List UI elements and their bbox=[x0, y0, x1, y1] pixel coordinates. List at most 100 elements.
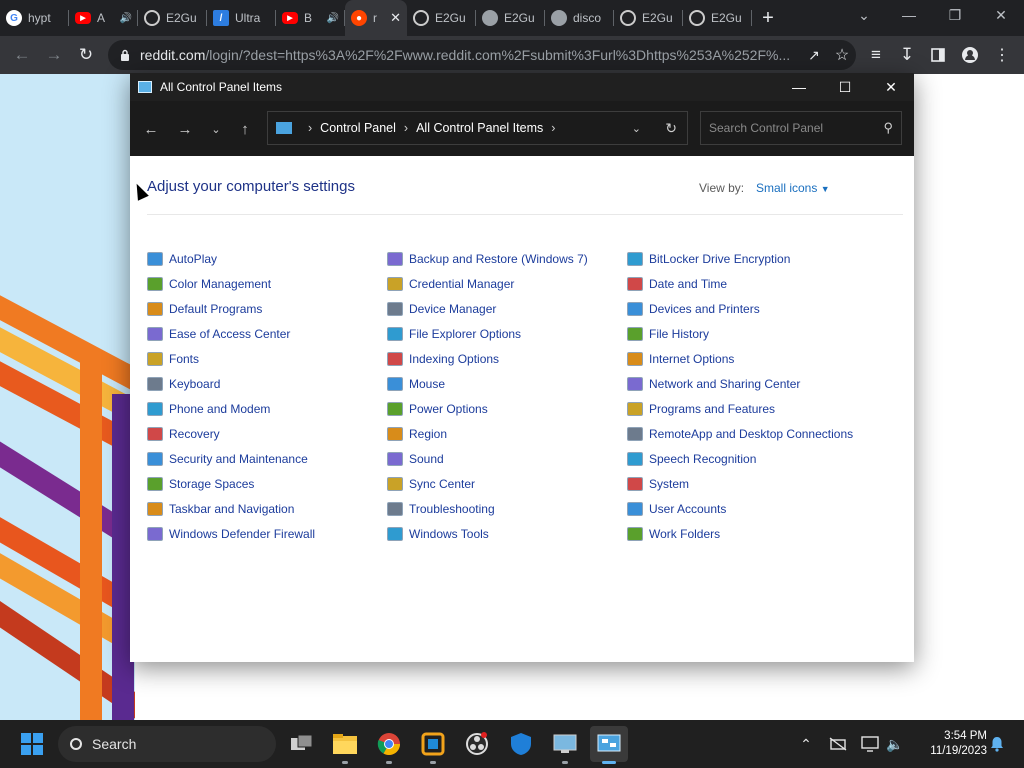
share-icon[interactable]: ↗ bbox=[800, 39, 828, 71]
browser-tab[interactable]: E2Gu bbox=[407, 0, 476, 36]
back-button[interactable]: ← bbox=[6, 39, 38, 71]
chrome-icon[interactable] bbox=[373, 728, 405, 760]
control-panel-item[interactable]: Indexing Options bbox=[387, 346, 588, 371]
control-panel-item[interactable]: Default Programs bbox=[147, 296, 315, 321]
control-panel-item[interactable]: User Accounts bbox=[627, 496, 853, 521]
monitor-network-icon[interactable] bbox=[859, 720, 881, 768]
control-panel-item[interactable]: RemoteApp and Desktop Connections bbox=[627, 421, 853, 446]
control-panel-item[interactable]: Keyboard bbox=[147, 371, 315, 396]
browser-tab[interactable]: E2Gu bbox=[683, 0, 752, 36]
control-panel-item[interactable]: Internet Options bbox=[627, 346, 853, 371]
clock[interactable]: 3:54 PM 11/19/2023 bbox=[915, 729, 987, 759]
control-panel-item[interactable]: Power Options bbox=[387, 396, 588, 421]
browser-tab[interactable]: ● r ✕ bbox=[345, 0, 407, 36]
speaker-icon[interactable]: 🔊 bbox=[120, 13, 132, 24]
control-panel-item[interactable]: Device Manager bbox=[387, 296, 588, 321]
network-disconnected-icon[interactable] bbox=[827, 720, 849, 768]
new-tab-button[interactable]: + bbox=[752, 2, 784, 34]
close-browser-button[interactable]: ✕ bbox=[978, 0, 1024, 30]
browser-tab[interactable]: E2Gu bbox=[614, 0, 683, 36]
task-view-icon[interactable] bbox=[286, 728, 318, 760]
control-panel-item[interactable]: Recovery bbox=[147, 421, 315, 446]
recent-locations-chevron-icon[interactable]: ⌄ bbox=[202, 115, 230, 143]
location-bar[interactable]: › Control Panel › All Control Panel Item… bbox=[267, 111, 688, 145]
control-panel-item[interactable]: Windows Tools bbox=[387, 521, 588, 546]
control-panel-item[interactable]: Region bbox=[387, 421, 588, 446]
minimize-browser-button[interactable]: — bbox=[886, 0, 932, 30]
breadcrumb-separator-icon[interactable]: › bbox=[404, 121, 408, 135]
control-panel-taskbar-icon[interactable] bbox=[590, 726, 628, 762]
up-arrow-icon[interactable]: ↑ bbox=[231, 115, 259, 143]
taskbar-search-box[interactable]: Search bbox=[58, 726, 276, 762]
minimize-button[interactable]: — bbox=[776, 73, 822, 101]
browser-tab[interactable]: E2Gu bbox=[476, 0, 545, 36]
browser-tab[interactable]: Ghypt bbox=[0, 0, 69, 36]
address-bar[interactable]: reddit.com/login/?dest=https%3A%2F%2Fwww… bbox=[108, 40, 856, 70]
refresh-icon[interactable]: ↻ bbox=[665, 120, 677, 137]
control-panel-item[interactable]: File History bbox=[627, 321, 853, 346]
forward-button[interactable]: → bbox=[38, 39, 70, 71]
notification-bell-icon[interactable] bbox=[986, 720, 1008, 768]
control-panel-item[interactable]: Mouse bbox=[387, 371, 588, 396]
reload-button[interactable]: ↻ bbox=[70, 39, 102, 71]
control-panel-item[interactable]: Programs and Features bbox=[627, 396, 853, 421]
control-panel-item[interactable]: Backup and Restore (Windows 7) bbox=[387, 246, 588, 271]
cp-forward-arrow-icon[interactable]: → bbox=[171, 115, 199, 143]
control-panel-item[interactable]: Windows Defender Firewall bbox=[147, 521, 315, 546]
show-hidden-icons-chevron[interactable]: ⌃ bbox=[796, 720, 816, 768]
browser-tab[interactable]: E2Gu bbox=[138, 0, 207, 36]
cp-back-arrow-icon[interactable]: ← bbox=[137, 115, 165, 143]
maximize-button[interactable]: ☐ bbox=[822, 73, 868, 101]
profile-avatar-icon[interactable] bbox=[954, 39, 986, 71]
control-panel-item[interactable]: Devices and Printers bbox=[627, 296, 853, 321]
tab-search-chevron-icon[interactable]: ⌄ bbox=[841, 0, 887, 30]
speaker-icon[interactable]: 🔊 bbox=[327, 13, 339, 24]
media-control-icon[interactable]: ≡ bbox=[860, 39, 892, 71]
monitor-app-icon[interactable] bbox=[549, 728, 581, 760]
control-panel-item[interactable]: File Explorer Options bbox=[387, 321, 588, 346]
file-explorer-icon[interactable] bbox=[329, 728, 361, 760]
breadcrumb-all-items[interactable]: All Control Panel Items bbox=[416, 121, 543, 135]
control-panel-item[interactable]: Color Management bbox=[147, 271, 315, 296]
browser-tab[interactable]: ▶ B 🔊 bbox=[276, 0, 345, 36]
side-panel-icon[interactable] bbox=[922, 39, 954, 71]
control-panel-item[interactable]: Troubleshooting bbox=[387, 496, 588, 521]
browser-tab[interactable]: ▶ A 🔊 bbox=[69, 0, 138, 36]
control-panel-item[interactable]: Credential Manager bbox=[387, 271, 588, 296]
control-panel-item[interactable]: Storage Spaces bbox=[147, 471, 315, 496]
control-panel-item[interactable]: Sync Center bbox=[387, 471, 588, 496]
control-panel-item[interactable]: Fonts bbox=[147, 346, 315, 371]
restore-browser-button[interactable]: ❐ bbox=[932, 0, 978, 30]
close-tab-icon[interactable]: ✕ bbox=[390, 10, 401, 26]
view-by-dropdown[interactable]: Small icons ▼ bbox=[756, 181, 830, 195]
breadcrumb-separator-icon[interactable]: › bbox=[308, 121, 312, 135]
control-panel-item[interactable]: Speech Recognition bbox=[627, 446, 853, 471]
address-dropdown-icon[interactable]: ⌄ bbox=[632, 122, 641, 135]
control-panel-item[interactable]: BitLocker Drive Encryption bbox=[627, 246, 853, 271]
search-control-panel-input[interactable]: Search Control Panel ⚲ bbox=[700, 111, 902, 145]
control-panel-item[interactable]: Phone and Modem bbox=[147, 396, 315, 421]
control-panel-item[interactable]: Work Folders bbox=[627, 521, 853, 546]
breadcrumb-control-panel[interactable]: Control Panel bbox=[320, 121, 396, 135]
control-panel-item[interactable]: Taskbar and Navigation bbox=[147, 496, 315, 521]
browser-tab[interactable]: / Ultra bbox=[207, 0, 276, 36]
volume-icon[interactable]: 🔈 bbox=[884, 720, 906, 768]
control-panel-item[interactable]: System bbox=[627, 471, 853, 496]
control-panel-item[interactable]: Date and Time bbox=[627, 271, 853, 296]
control-panel-item[interactable]: Sound bbox=[387, 446, 588, 471]
browser-menu-icon[interactable]: ⋮ bbox=[986, 39, 1018, 71]
control-panel-item[interactable]: Network and Sharing Center bbox=[627, 371, 853, 396]
browser-tab[interactable]: disco bbox=[545, 0, 614, 36]
breadcrumb-separator-icon[interactable]: › bbox=[551, 121, 555, 135]
bookmark-star-icon[interactable]: ☆ bbox=[828, 39, 856, 71]
close-button[interactable]: ✕ bbox=[868, 73, 914, 101]
control-panel-item[interactable]: Security and Maintenance bbox=[147, 446, 315, 471]
windows-security-icon[interactable] bbox=[505, 728, 537, 760]
control-panel-item[interactable]: AutoPlay bbox=[147, 246, 315, 271]
obs-studio-icon[interactable] bbox=[461, 728, 493, 760]
control-panel-item[interactable]: Ease of Access Center bbox=[147, 321, 315, 346]
start-windows-icon[interactable] bbox=[16, 728, 48, 760]
app-square-icon[interactable] bbox=[417, 728, 449, 760]
download-icon[interactable]: ↧ bbox=[891, 39, 923, 71]
search-icon[interactable]: ⚲ bbox=[883, 120, 893, 136]
